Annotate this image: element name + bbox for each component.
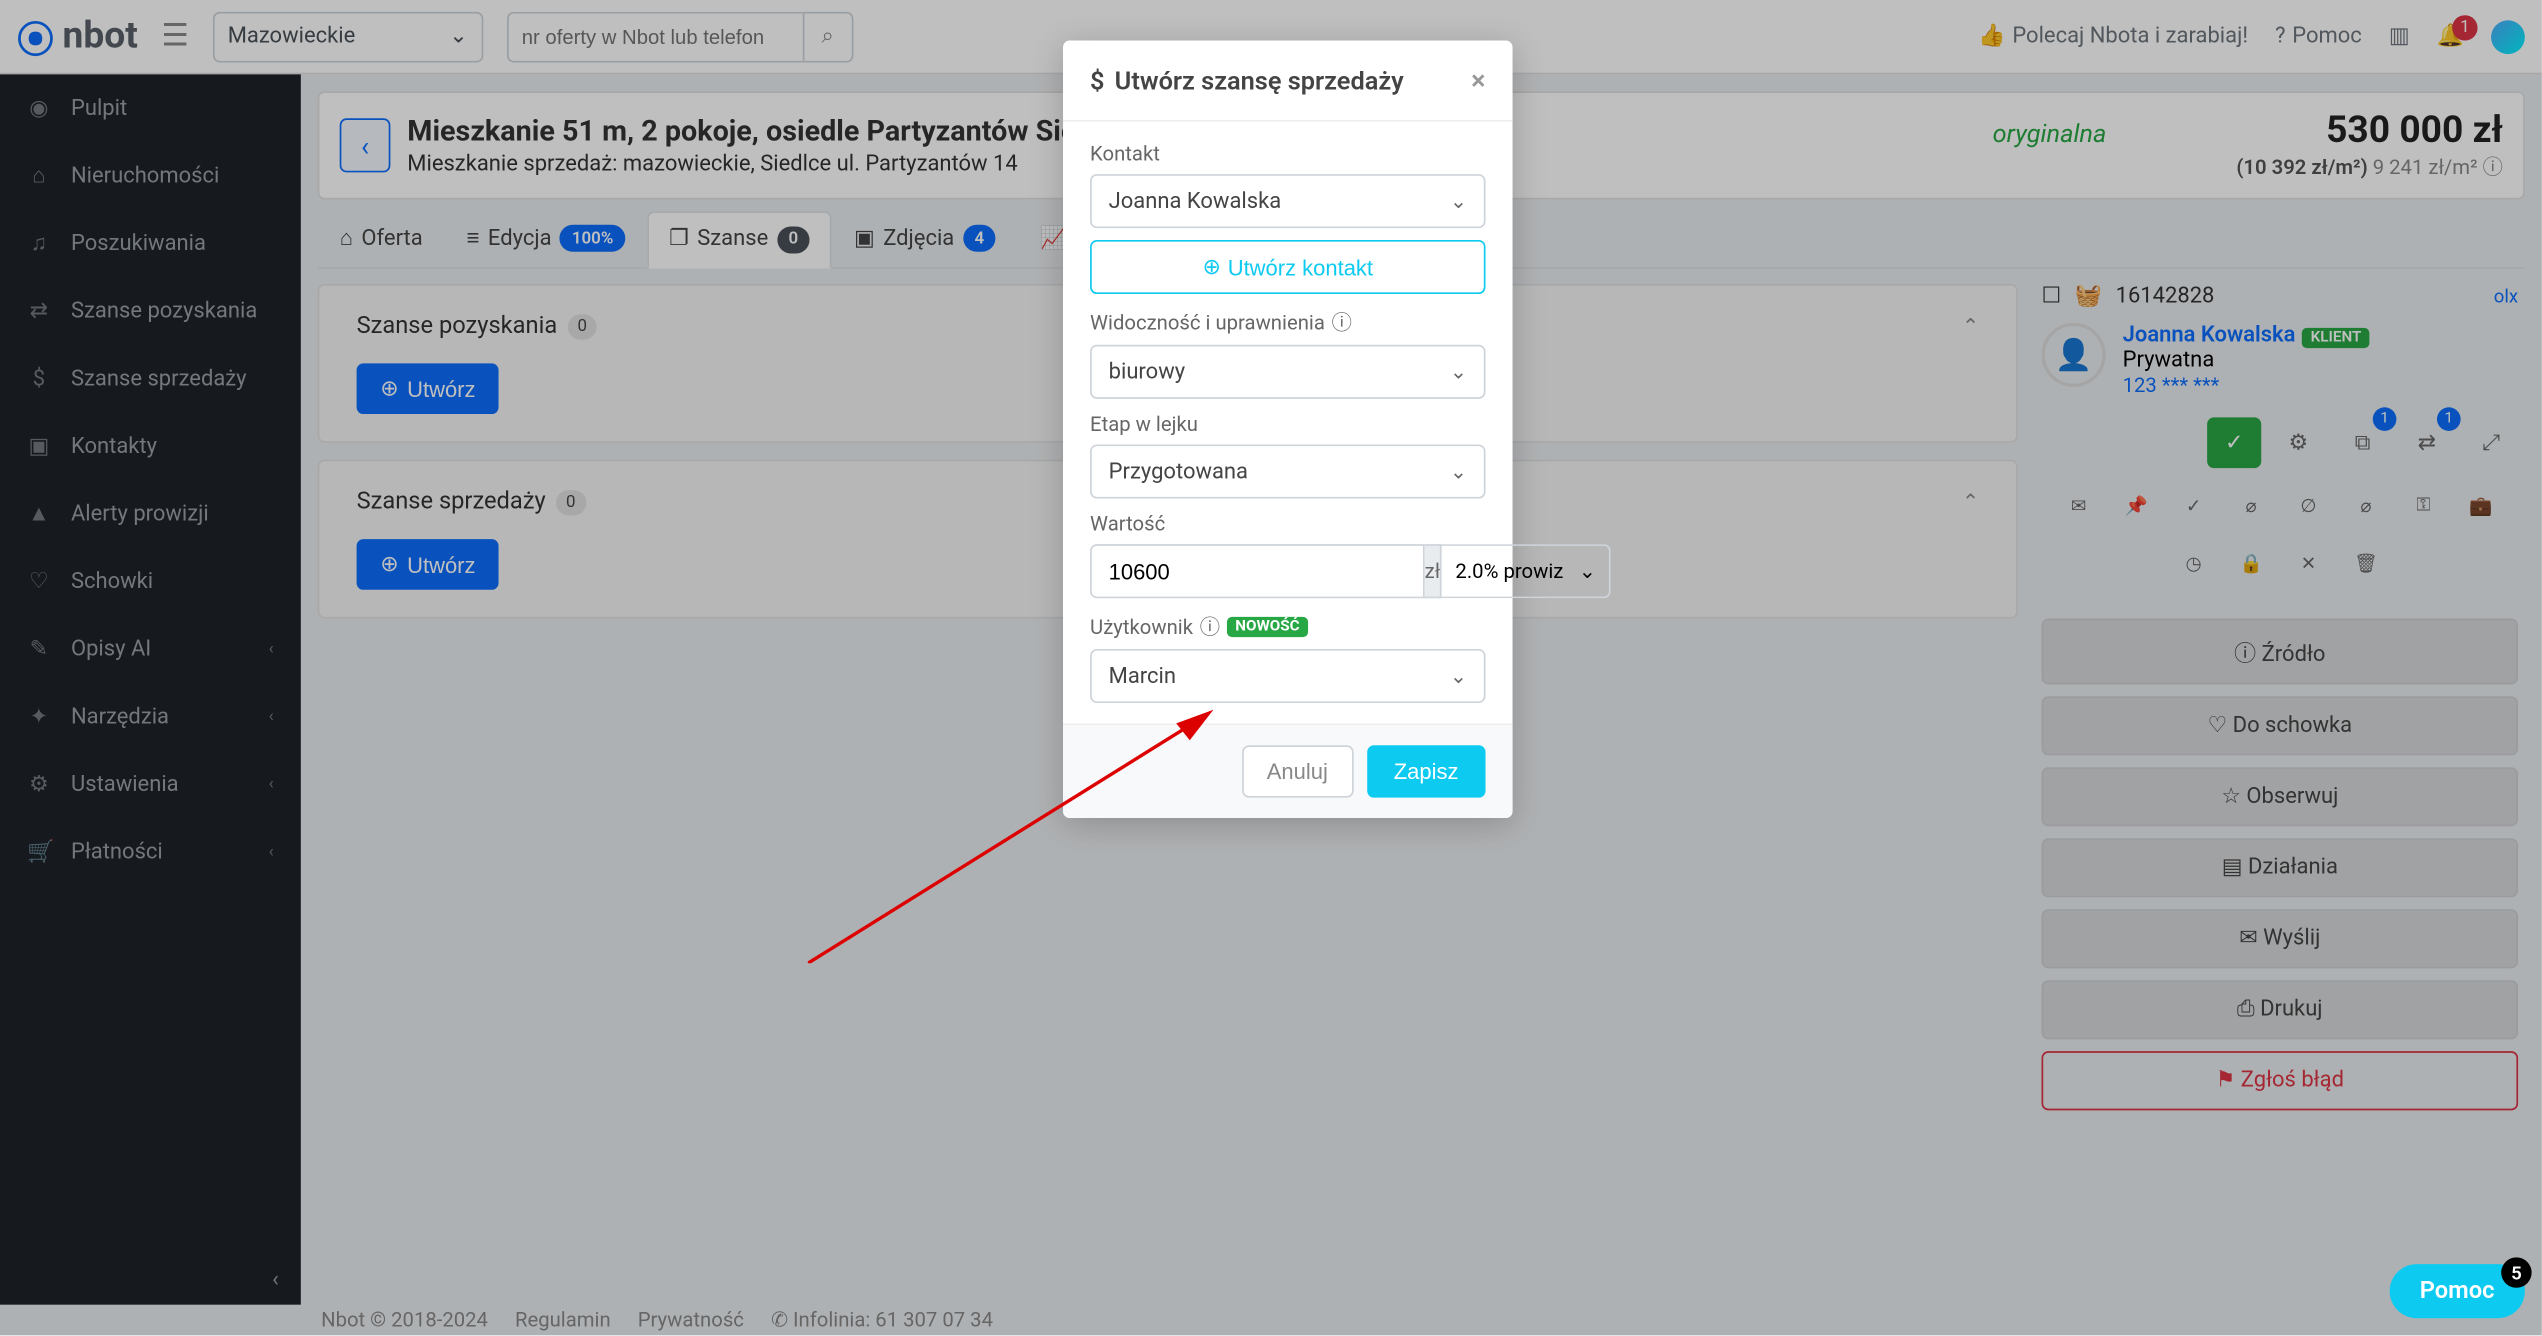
help-widget-count: 5 <box>2501 1257 2531 1287</box>
btn-label: Utwórz kontakt <box>1228 254 1373 279</box>
label-value: Wartość <box>1090 512 1485 536</box>
chevron-down-icon: ⌄ <box>1450 460 1467 484</box>
label-visibility: Widoczność i uprawnienia ⓘ <box>1090 308 1485 337</box>
value-input[interactable] <box>1090 544 1425 598</box>
stage-value: Przygotowana <box>1109 459 1248 484</box>
modal-title: Utwórz szansę sprzedaży <box>1115 65 1404 95</box>
commission-value: 2.0% prowiz <box>1455 559 1563 583</box>
user-select[interactable]: Marcin ⌄ <box>1090 649 1485 703</box>
label-user: Użytkownik ⓘ NOWOŚĆ <box>1090 612 1485 641</box>
user-value: Marcin <box>1109 663 1176 688</box>
modal-close-button[interactable]: × <box>1471 64 1485 96</box>
label-text: Widoczność i uprawnienia <box>1090 310 1325 334</box>
info-icon[interactable]: ⓘ <box>1200 612 1220 641</box>
help-widget[interactable]: Pomoc 5 <box>2389 1264 2525 1318</box>
chevron-down-icon: ⌄ <box>1450 360 1467 384</box>
visibility-value: biurowy <box>1109 359 1185 384</box>
commission-select[interactable]: 2.0% prowiz ⌄ <box>1442 544 1611 598</box>
create-contact-button[interactable]: ⊕ Utwórz kontakt <box>1090 240 1485 294</box>
modal-header: $ Utwórz szansę sprzedaży × <box>1063 41 1513 122</box>
create-sale-chance-modal: $ Utwórz szansę sprzedaży × Kontakt Joan… <box>1063 41 1513 818</box>
new-badge: NOWOŚĆ <box>1227 616 1308 636</box>
chevron-down-icon: ⌄ <box>1450 189 1467 213</box>
modal-footer: Anuluj Zapisz <box>1063 723 1513 818</box>
contact-select[interactable]: Joanna Kowalska ⌄ <box>1090 174 1485 228</box>
stage-select[interactable]: Przygotowana ⌄ <box>1090 444 1485 498</box>
contact-value: Joanna Kowalska <box>1109 188 1282 213</box>
currency-unit: zł <box>1425 544 1442 598</box>
save-button[interactable]: Zapisz <box>1367 745 1486 797</box>
label-contact: Kontakt <box>1090 142 1485 166</box>
chevron-down-icon: ⌄ <box>1450 664 1467 688</box>
cancel-button[interactable]: Anuluj <box>1241 745 1353 797</box>
info-icon[interactable]: ⓘ <box>1332 308 1352 337</box>
chevron-down-icon: ⌄ <box>1579 559 1596 583</box>
dollar-icon: $ <box>1090 65 1104 95</box>
label-stage: Etap w lejku <box>1090 412 1485 436</box>
plus-icon: ⊕ <box>1203 254 1221 281</box>
help-widget-label: Pomoc <box>2420 1278 2495 1305</box>
label-text: Użytkownik <box>1090 614 1193 638</box>
visibility-select[interactable]: biurowy ⌄ <box>1090 345 1485 399</box>
